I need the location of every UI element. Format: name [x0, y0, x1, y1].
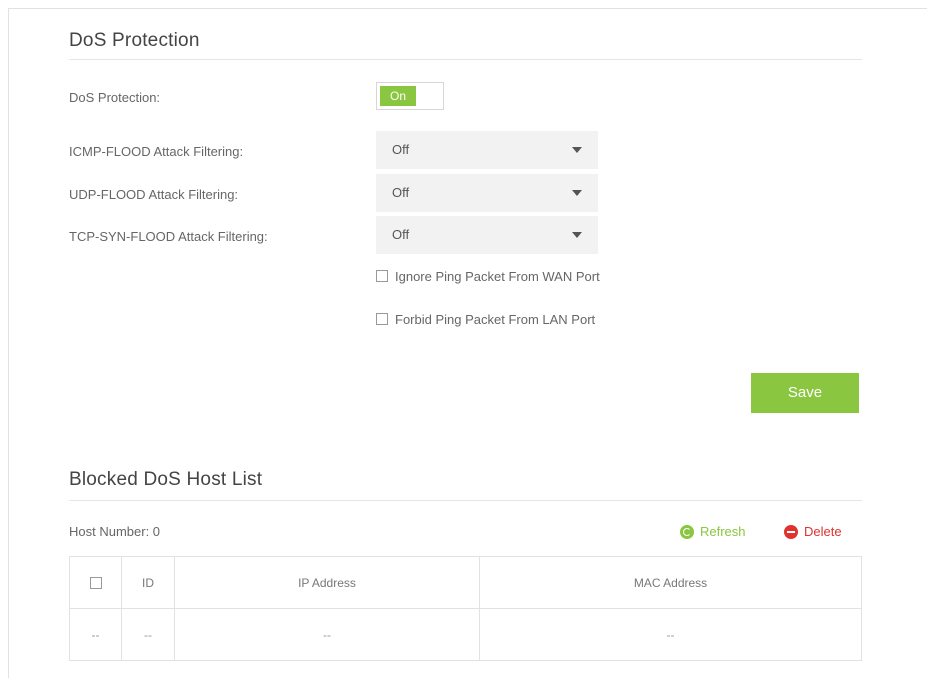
- column-header-mac-address: MAC Address: [479, 556, 862, 609]
- row-ip-cell: --: [174, 608, 480, 661]
- udp-flood-label: UDP-FLOOD Attack Filtering:: [69, 187, 239, 202]
- section-divider: [69, 59, 862, 60]
- forbid-ping-lan-label: Forbid Ping Packet From LAN Port: [395, 311, 596, 327]
- icmp-flood-value: Off: [392, 142, 410, 157]
- checkbox-icon[interactable]: [376, 313, 388, 325]
- row-mac-cell: --: [479, 608, 862, 661]
- refresh-button[interactable]: Refresh: [680, 524, 746, 539]
- select-all-cell[interactable]: [69, 556, 122, 609]
- column-header-id: ID: [121, 556, 175, 609]
- refresh-label: Refresh: [700, 524, 746, 539]
- forbid-ping-lan-checkbox[interactable]: Forbid Ping Packet From LAN Port: [376, 310, 595, 328]
- tcp-syn-flood-select[interactable]: Off: [376, 216, 598, 254]
- blocked-host-table: ID IP Address MAC Address -- -- -- --: [69, 556, 862, 661]
- table-header-row: ID IP Address MAC Address: [69, 556, 862, 609]
- dos-protection-label: DoS Protection:: [69, 90, 161, 105]
- tcp-syn-flood-value: Off: [392, 227, 410, 242]
- column-header-ip-address: IP Address: [174, 556, 480, 609]
- row-select-cell: --: [69, 608, 122, 661]
- delete-label: Delete: [804, 524, 842, 539]
- icmp-flood-select[interactable]: Off: [376, 131, 598, 169]
- ignore-ping-wan-checkbox[interactable]: Ignore Ping Packet From WAN Port: [376, 267, 600, 285]
- chevron-down-icon: [572, 190, 582, 196]
- host-number-text: Host Number: 0: [69, 524, 161, 539]
- blocked-list-title: Blocked DoS Host List: [69, 469, 263, 490]
- chevron-down-icon: [572, 232, 582, 238]
- dos-section-title: DoS Protection: [69, 30, 200, 51]
- tcp-syn-flood-label: TCP-SYN-FLOOD Attack Filtering:: [69, 229, 268, 244]
- row-id-cell: --: [121, 608, 175, 661]
- udp-flood-value: Off: [392, 185, 410, 200]
- toggle-on-label: On: [380, 86, 416, 106]
- dos-protection-toggle[interactable]: On: [376, 82, 444, 110]
- icmp-flood-label: ICMP-FLOOD Attack Filtering:: [69, 144, 244, 159]
- refresh-icon: [680, 524, 694, 539]
- ignore-ping-wan-label: Ignore Ping Packet From WAN Port: [395, 268, 600, 284]
- chevron-down-icon: [572, 147, 582, 153]
- table-row: -- -- -- --: [69, 608, 862, 661]
- select-all-checkbox[interactable]: [89, 577, 102, 590]
- save-button[interactable]: Save: [751, 373, 859, 413]
- checkbox-icon[interactable]: [376, 270, 388, 282]
- section-divider: [69, 500, 862, 501]
- udp-flood-select[interactable]: Off: [376, 174, 598, 212]
- delete-icon: [784, 524, 798, 539]
- delete-button[interactable]: Delete: [784, 524, 842, 539]
